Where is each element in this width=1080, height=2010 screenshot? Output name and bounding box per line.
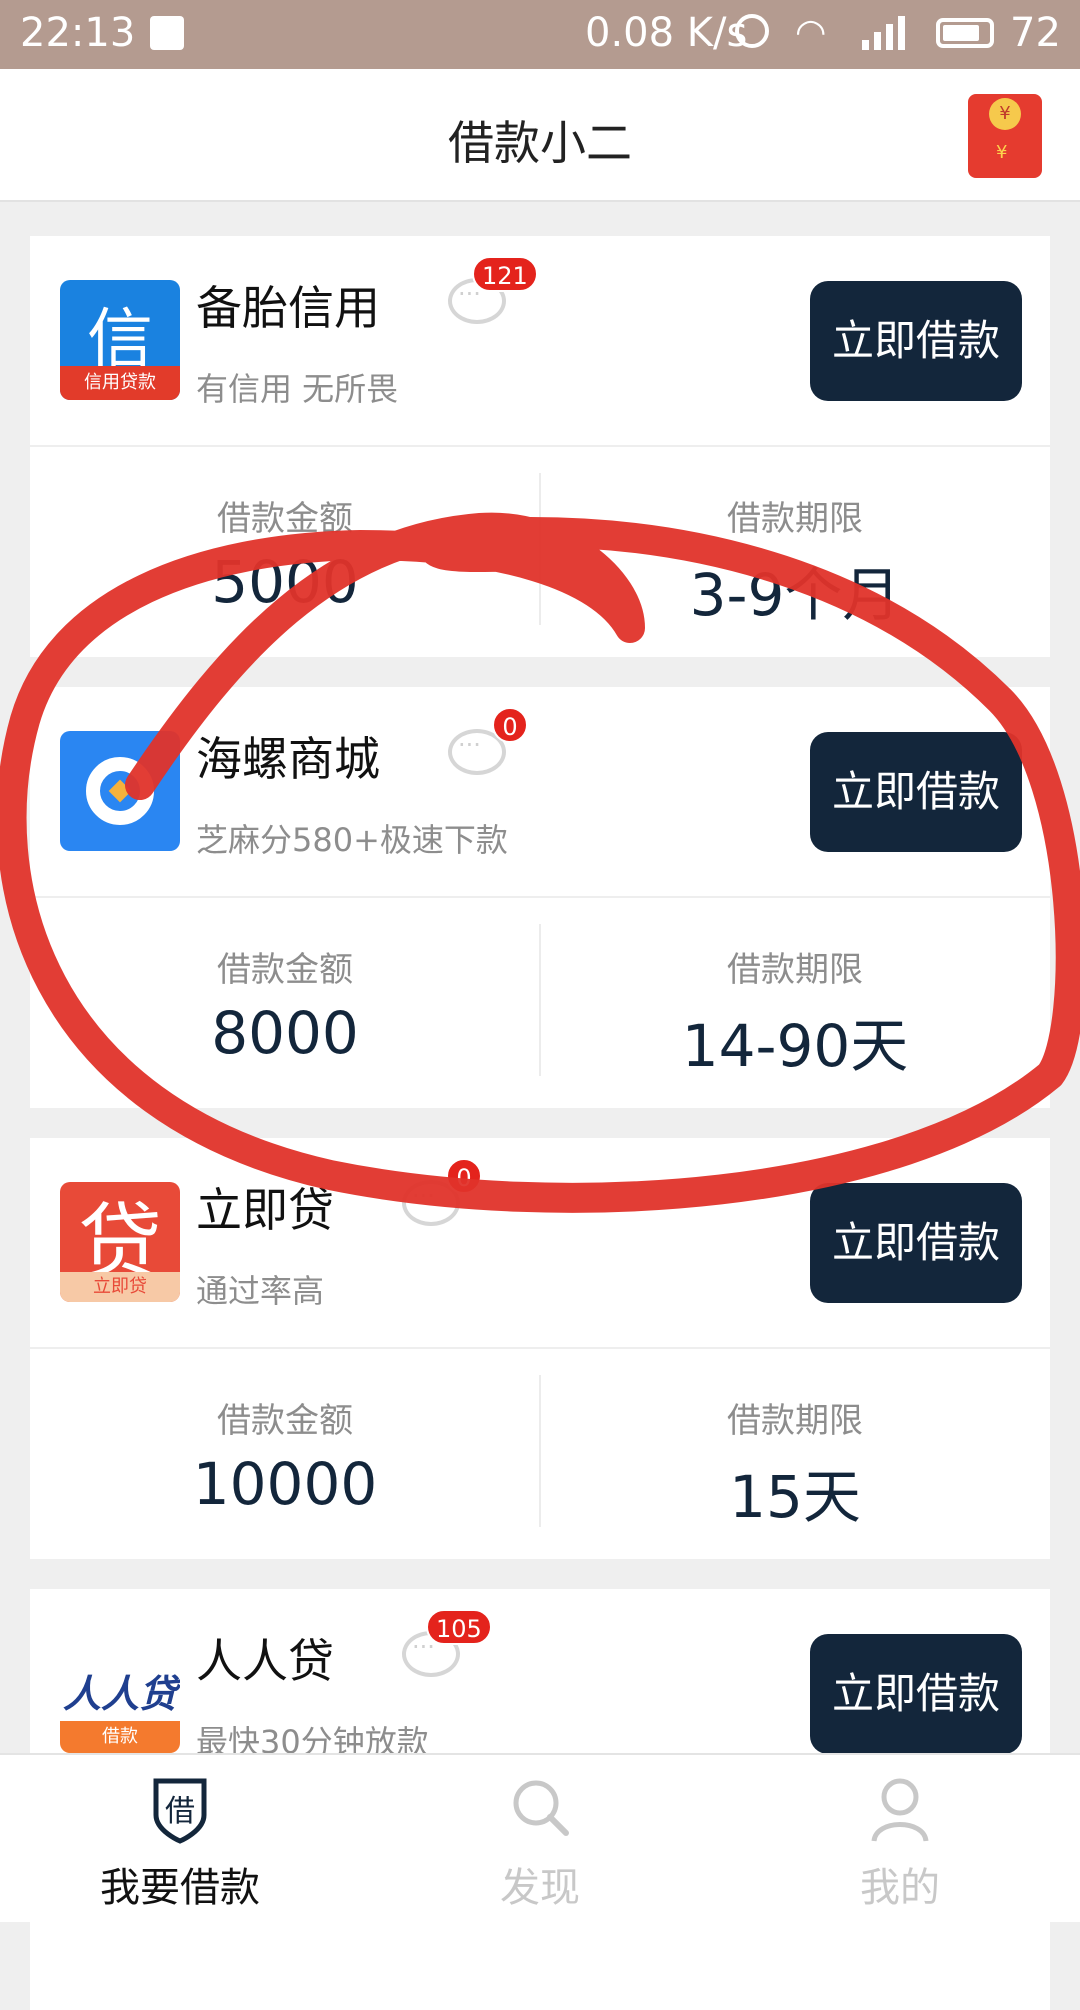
bottom-tab-bar: 借 我要借款 发现 我的: [0, 1753, 1080, 1922]
product-card-header: 贷 立即贷 立即贷 通过率高 0 立即借款: [30, 1138, 1050, 1349]
term-label: 借款期限: [727, 950, 863, 990]
term-value: 14-90天: [681, 1012, 909, 1080]
network-speed: 0.08 K/s: [585, 10, 748, 56]
app-header: 借款小二 ¥ ¥: [0, 69, 1080, 202]
product-card: 信 信用贷款 备胎信用 有信用 无所畏 121 立即借款 借款金额 5000 借…: [30, 236, 1050, 657]
hotspot-icon: [150, 16, 184, 50]
amount-value: 8000: [211, 999, 359, 1067]
product-card: 海螺商城 芝麻分580+极速下款 0 立即借款 借款金额 8000 借款期限 1…: [30, 687, 1050, 1108]
wifi-icon: ◠: [795, 12, 827, 53]
user-icon: [871, 1778, 929, 1842]
message-count-badge: 0: [446, 1158, 482, 1194]
battery-icon: [936, 18, 994, 48]
tab-mine[interactable]: 我的: [720, 1755, 1080, 1922]
product-logo[interactable]: [60, 731, 180, 851]
apply-loan-button[interactable]: 立即借款: [810, 281, 1022, 401]
apply-loan-button[interactable]: 立即借款: [810, 1183, 1022, 1303]
product-logo[interactable]: 人人贷 借款: [60, 1633, 180, 1753]
shield-loan-icon: 借: [153, 1778, 207, 1844]
svg-text:借: 借: [165, 1794, 195, 1829]
search-icon: [513, 1780, 569, 1836]
battery-level: 72: [1010, 10, 1061, 56]
amount-value: 5000: [211, 548, 359, 616]
product-logo[interactable]: 信 信用贷款: [60, 280, 180, 400]
product-name: 备胎信用: [196, 281, 380, 335]
message-count-badge: 105: [426, 1609, 492, 1645]
product-logo[interactable]: 贷 立即贷: [60, 1182, 180, 1302]
product-slogan: 有信用 无所畏: [196, 370, 399, 408]
apply-loan-button[interactable]: 立即借款: [810, 1634, 1022, 1754]
status-bar: 22:13 0.08 K/s ◠ 72: [0, 0, 1080, 69]
amount-label: 借款金额: [217, 499, 353, 539]
status-time: 22:13: [20, 10, 136, 56]
product-card-header: 海螺商城 芝麻分580+极速下款 0 立即借款: [30, 687, 1050, 898]
product-slogan: 芝麻分580+极速下款: [196, 821, 508, 859]
tab-discover[interactable]: 发现: [360, 1755, 720, 1922]
amount-value: 10000: [192, 1450, 378, 1518]
message-count-badge: 121: [472, 256, 538, 292]
signal-icon: [862, 14, 912, 50]
apply-loan-button[interactable]: 立即借款: [810, 732, 1022, 852]
tab-label: 发现: [500, 1865, 580, 1911]
product-card-header: 信 信用贷款 备胎信用 有信用 无所畏 121 立即借款: [30, 236, 1050, 447]
term-value: 15天: [729, 1463, 861, 1531]
tab-borrow[interactable]: 借 我要借款: [0, 1755, 360, 1922]
term-label: 借款期限: [727, 499, 863, 539]
product-card: 贷 立即贷 立即贷 通过率高 0 立即借款 借款金额 10000 借款期限 15…: [30, 1138, 1050, 1559]
tab-label: 我的: [860, 1865, 940, 1911]
message-count-badge: 0: [492, 707, 528, 743]
term-value: 3-9个月: [689, 561, 901, 629]
amount-label: 借款金额: [217, 1401, 353, 1441]
product-name: 人人贷: [196, 1634, 334, 1688]
red-envelope-icon[interactable]: ¥ ¥: [968, 94, 1042, 178]
alarm-icon: [735, 14, 769, 48]
page-title: 借款小二: [448, 116, 632, 170]
product-name: 立即贷: [196, 1183, 334, 1237]
tab-label: 我要借款: [100, 1865, 260, 1911]
amount-label: 借款金额: [217, 950, 353, 990]
product-name: 海螺商城: [196, 732, 380, 786]
term-label: 借款期限: [727, 1401, 863, 1441]
product-slogan: 通过率高: [196, 1272, 325, 1310]
